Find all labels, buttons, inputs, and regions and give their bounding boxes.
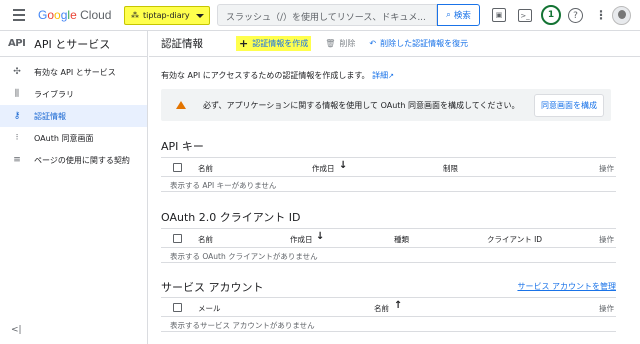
- sidebar-item-credentials[interactable]: ⚷ 認証情報: [0, 105, 147, 127]
- column-actions: 操作: [599, 235, 614, 244]
- avatar[interactable]: [612, 6, 631, 25]
- column-actions: 操作: [599, 304, 614, 313]
- gift-icon[interactable]: ▣: [492, 8, 506, 22]
- api-badge-icon: API: [8, 38, 26, 49]
- collapse-sidebar-icon[interactable]: <|: [11, 325, 22, 335]
- sidebar: API API とサービス ✣ 有効な API とサービス ⫼ ライブラリ ⚷ …: [0, 31, 148, 344]
- empty-row: 表示する API キーがありません: [161, 177, 616, 192]
- configure-consent-button[interactable]: 同意画面を構成: [534, 93, 604, 117]
- project-selector[interactable]: ⁂ tiptap-diary: [124, 6, 210, 25]
- restore-deleted-button[interactable]: ↶ 削除した認証情報を復元: [369, 38, 468, 49]
- undo-icon: ↶: [369, 39, 377, 48]
- menu-icon[interactable]: [13, 9, 25, 21]
- library-icon: ⫼: [14, 89, 20, 99]
- sort-arrow-down-icon[interactable]: ↓: [339, 160, 347, 171]
- manage-service-accounts-link[interactable]: サービス アカウントを管理: [517, 281, 616, 292]
- select-all-checkbox[interactable]: [173, 163, 182, 172]
- warning-message: 必ず、アプリケーションに関する情報を使用して OAuth 同意画面を構成してくだ…: [203, 100, 520, 110]
- column-name[interactable]: 名前: [198, 234, 213, 245]
- empty-row: 表示するサービス アカウントがありません: [161, 317, 616, 332]
- api-keys-title: API キー: [161, 140, 204, 153]
- trash-icon: 🗑: [325, 39, 336, 48]
- column-created[interactable]: 作成日: [312, 163, 335, 174]
- main-content: 認証情報 + 認証情報を作成 🗑 削除 ↶ 削除した認証情報を復元 有効な AP…: [149, 31, 640, 344]
- chevron-down-icon: [196, 13, 204, 18]
- table-header: 名前 作成日 ↓ 制限 操作: [161, 157, 616, 177]
- service-accounts-title: サービス アカウント: [161, 281, 264, 294]
- external-link-icon: ↗: [388, 72, 394, 80]
- consent-warning-banner: 必ず、アプリケーションに関する情報を使用して OAuth 同意画面を構成してくだ…: [161, 89, 611, 121]
- learn-more-link[interactable]: 詳細: [372, 71, 388, 80]
- agreement-icon: ≡: [13, 155, 21, 165]
- toolbar: 認証情報 + 認証情報を作成 🗑 削除 ↶ 削除した認証情報を復元: [149, 31, 640, 57]
- column-name[interactable]: 名前: [374, 303, 389, 314]
- top-bar: Google Cloud ⁂ tiptap-diary スラッシュ（/）を使用し…: [0, 0, 640, 31]
- grid-icon: ✣: [13, 67, 21, 77]
- plus-icon: +: [239, 37, 249, 50]
- search-icon: ⌕: [446, 10, 451, 20]
- column-type[interactable]: 種類: [394, 234, 409, 245]
- warning-icon: [176, 101, 186, 109]
- sidebar-title: API とサービス: [34, 37, 111, 51]
- cloud-shell-icon[interactable]: >_: [518, 9, 532, 22]
- page-title: 認証情報: [161, 38, 203, 50]
- sidebar-item-page-agreements[interactable]: ≡ ページの使用に関する契約: [0, 149, 147, 171]
- google-cloud-logo[interactable]: Google Cloud: [38, 8, 111, 22]
- select-all-checkbox[interactable]: [173, 303, 182, 312]
- sidebar-item-library[interactable]: ⫼ ライブラリ: [0, 83, 147, 105]
- select-all-checkbox[interactable]: [173, 234, 182, 243]
- project-name: tiptap-diary: [143, 11, 190, 20]
- key-icon: ⚷: [13, 111, 21, 121]
- delete-button[interactable]: 🗑 削除: [325, 38, 355, 49]
- create-credentials-button[interactable]: + 認証情報を作成: [236, 36, 312, 51]
- column-email[interactable]: メール: [198, 303, 221, 314]
- oauth-table: 名前 作成日 ↓ 種類 クライアント ID 操作 表示する OAuth クライア…: [161, 228, 616, 263]
- more-vert-icon[interactable]: ⋮: [592, 6, 610, 24]
- api-keys-table: 名前 作成日 ↓ 制限 操作 表示する API キーがありません: [161, 157, 616, 192]
- oauth-title: OAuth 2.0 クライアント ID: [161, 211, 301, 224]
- sort-arrow-up-icon[interactable]: ↑: [394, 300, 402, 311]
- search-input[interactable]: スラッシュ（/）を使用してリソース、ドキュメ...: [217, 4, 437, 26]
- search-button[interactable]: ⌕ 検索: [437, 4, 480, 26]
- sidebar-item-oauth-consent[interactable]: ⁝ OAuth 同意画面: [0, 127, 147, 149]
- sort-arrow-down-icon[interactable]: ↓: [316, 231, 324, 242]
- column-name[interactable]: 名前: [198, 163, 213, 174]
- column-client-id: クライアント ID: [487, 235, 543, 244]
- table-header: メール 名前 ↑ 操作: [161, 297, 616, 317]
- column-created[interactable]: 作成日: [290, 234, 313, 245]
- empty-row: 表示する OAuth クライアントがありません: [161, 248, 616, 263]
- sidebar-item-enabled-apis[interactable]: ✣ 有効な API とサービス: [0, 61, 147, 83]
- table-header: 名前 作成日 ↓ 種類 クライアント ID 操作: [161, 228, 616, 248]
- sidebar-header: API API とサービス: [0, 31, 147, 57]
- consent-icon: ⁝: [15, 133, 19, 143]
- intro-text: 有効な API にアクセスするための認証情報を作成します。 詳細↗: [161, 71, 394, 80]
- column-restrictions: 制限: [443, 164, 458, 173]
- column-actions: 操作: [599, 164, 614, 173]
- notifications-badge[interactable]: 1: [541, 5, 561, 25]
- project-icon: ⁂: [131, 11, 139, 20]
- service-accounts-table: メール 名前 ↑ 操作 表示するサービス アカウントがありません: [161, 297, 616, 332]
- help-icon[interactable]: ?: [568, 8, 583, 23]
